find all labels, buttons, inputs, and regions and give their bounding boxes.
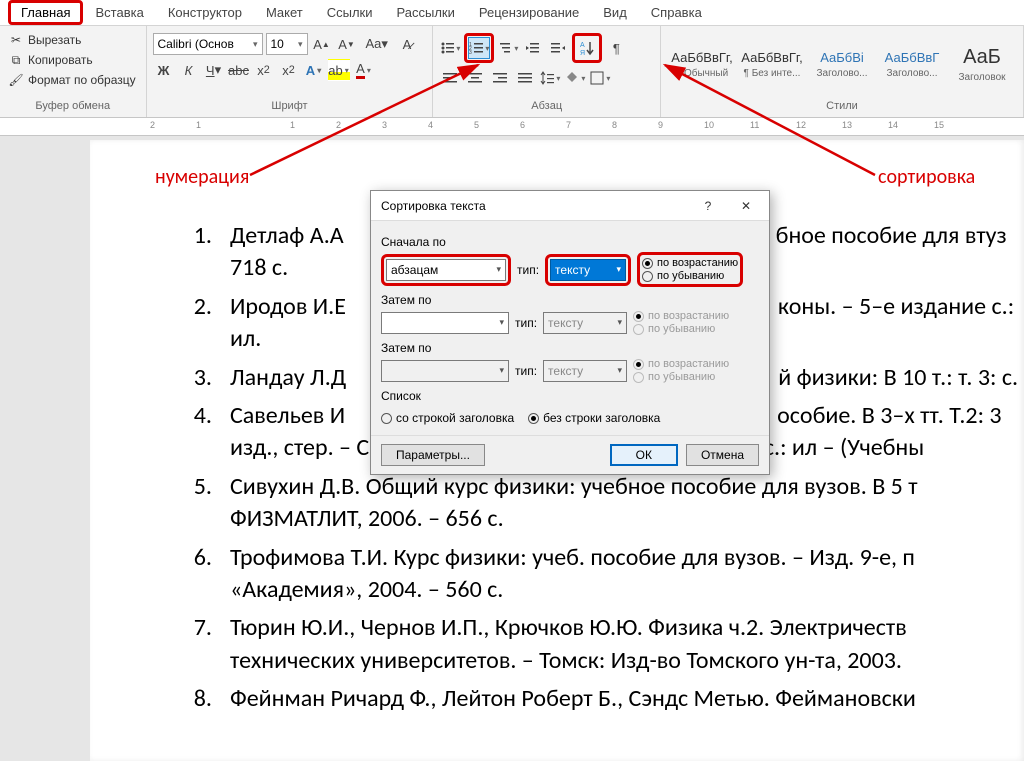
first-field-highlight: абзацам▾ bbox=[381, 254, 511, 286]
list-number: 3. bbox=[180, 362, 230, 394]
help-icon[interactable]: ? bbox=[691, 194, 725, 218]
annotation-arrows bbox=[0, 0, 1024, 200]
first-asc-radio[interactable]: по возрастанию bbox=[642, 257, 738, 269]
list-number: 1. bbox=[180, 220, 230, 285]
second-type-combo[interactable]: тексту▾ bbox=[543, 312, 627, 334]
third-field-combo: ▾ bbox=[381, 360, 509, 382]
list-text: Фейнман Ричард Ф., Лейтон Роберт Б., Сэн… bbox=[230, 683, 1024, 715]
cancel-button[interactable]: Отмена bbox=[686, 444, 759, 466]
first-by-label: Сначала по bbox=[381, 235, 759, 249]
third-asc-radio: по возрастанию bbox=[633, 358, 729, 370]
type-label-1: тип: bbox=[517, 263, 539, 277]
then-by-label-1: Затем по bbox=[381, 293, 759, 307]
first-desc-radio[interactable]: по убыванию bbox=[642, 270, 738, 282]
ok-button[interactable]: ОК bbox=[610, 444, 678, 466]
annotation-numbering: нумерация bbox=[155, 165, 249, 189]
list-item[interactable]: 5.Сивухин Д.В. Общий курс физики: учебно… bbox=[180, 471, 1024, 536]
dialog-titlebar[interactable]: Сортировка текста ? ✕ bbox=[371, 191, 769, 221]
list-item[interactable]: 7.Тюрин Ю.И., Чернов И.П., Крючков Ю.Ю. … bbox=[180, 612, 1024, 677]
second-asc-radio: по возрастанию bbox=[633, 310, 729, 322]
second-desc-radio: по убыванию bbox=[633, 323, 729, 335]
list-item[interactable]: 8.Фейнман Ричард Ф., Лейтон Роберт Б., С… bbox=[180, 683, 1024, 715]
list-number: 5. bbox=[180, 471, 230, 536]
list-text: Сивухин Д.В. Общий курс физики: учебное … bbox=[230, 471, 1024, 536]
list-item[interactable]: 6.Трофимова Т.И. Курс физики: учеб. посо… bbox=[180, 542, 1024, 607]
list-number: 4. bbox=[180, 400, 230, 465]
list-number: 6. bbox=[180, 542, 230, 607]
list-section-label: Список bbox=[381, 389, 759, 403]
then-by-label-2: Затем по bbox=[381, 341, 759, 355]
list-text: Тюрин Ю.И., Чернов И.П., Крючков Ю.Ю. Фи… bbox=[230, 612, 1024, 677]
third-type-combo: тексту▾ bbox=[543, 360, 627, 382]
dialog-title-text: Сортировка текста bbox=[381, 199, 486, 213]
type-label-3: тип: bbox=[515, 364, 537, 378]
sort-dialog: Сортировка текста ? ✕ Сначала по абзацам… bbox=[370, 190, 770, 475]
list-number: 7. bbox=[180, 612, 230, 677]
first-field-combo[interactable]: абзацам▾ bbox=[386, 259, 506, 281]
list-number: 8. bbox=[180, 683, 230, 715]
annotation-sorting: сортировка bbox=[878, 165, 975, 189]
first-type-combo[interactable]: тексту▾ bbox=[550, 259, 626, 281]
second-field-combo[interactable]: ▾ bbox=[381, 312, 509, 334]
without-header-radio[interactable]: без строки заголовка bbox=[528, 411, 660, 425]
with-header-radio[interactable]: со строкой заголовка bbox=[381, 411, 514, 425]
params-button[interactable]: Параметры... bbox=[381, 444, 485, 466]
first-order-highlight: по возрастанию по убыванию bbox=[637, 252, 743, 287]
type-label-2: тип: bbox=[515, 316, 537, 330]
list-number: 2. bbox=[180, 291, 230, 356]
close-icon[interactable]: ✕ bbox=[729, 194, 763, 218]
list-text: Трофимова Т.И. Курс физики: учеб. пособи… bbox=[230, 542, 1024, 607]
first-type-highlight: тексту▾ bbox=[545, 254, 631, 286]
third-desc-radio: по убыванию bbox=[633, 371, 729, 383]
